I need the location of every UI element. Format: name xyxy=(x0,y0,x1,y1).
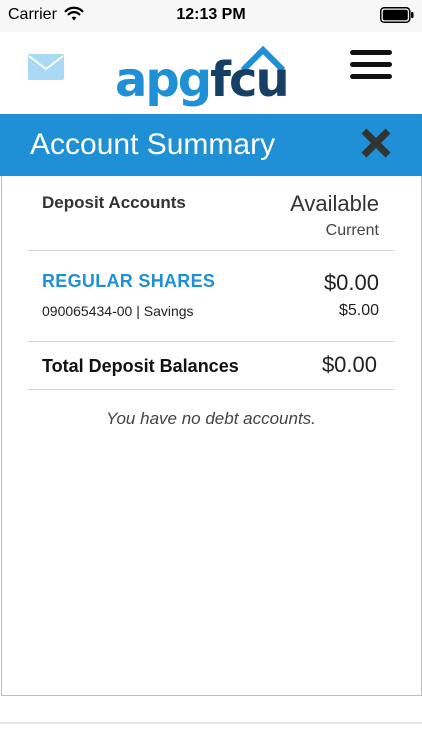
menu-icon[interactable] xyxy=(350,48,394,82)
deposit-accounts-header: Deposit Accounts xyxy=(42,193,186,212)
status-bar: Carrier 12:13 PM xyxy=(0,0,422,32)
account-available-balance: $0.00 xyxy=(323,270,379,295)
account-number-type: 090065434-00 | Savings xyxy=(42,303,194,319)
divider xyxy=(28,250,394,251)
divider xyxy=(28,389,394,390)
mail-icon[interactable] xyxy=(28,54,64,80)
status-time: 12:13 PM xyxy=(176,6,246,23)
total-deposit-label: Total Deposit Balances xyxy=(42,356,239,376)
available-column-header: Available xyxy=(290,191,379,216)
title-bar: Account Summary xyxy=(0,114,422,176)
logo-apg-text: apg xyxy=(115,52,210,108)
account-name-link[interactable]: REGULAR SHARES xyxy=(42,271,215,292)
close-icon[interactable] xyxy=(360,127,392,159)
battery-icon xyxy=(380,7,414,23)
total-deposit-value: $0.00 xyxy=(321,352,377,377)
logo-fcu-text: fcu xyxy=(210,52,288,108)
page-title: Account Summary xyxy=(30,128,276,161)
current-column-header: Current xyxy=(325,222,379,239)
svg-text:apgfcu: apgfcu xyxy=(115,52,288,108)
bottom-divider xyxy=(0,722,422,724)
apgfcu-logo: apgfcu xyxy=(115,45,290,108)
account-current-balance: $5.00 xyxy=(338,302,379,319)
divider xyxy=(28,341,394,342)
app-header: apgfcu xyxy=(0,32,422,114)
account-summary-panel xyxy=(1,176,422,696)
no-debt-message: You have no debt accounts. xyxy=(106,409,316,428)
